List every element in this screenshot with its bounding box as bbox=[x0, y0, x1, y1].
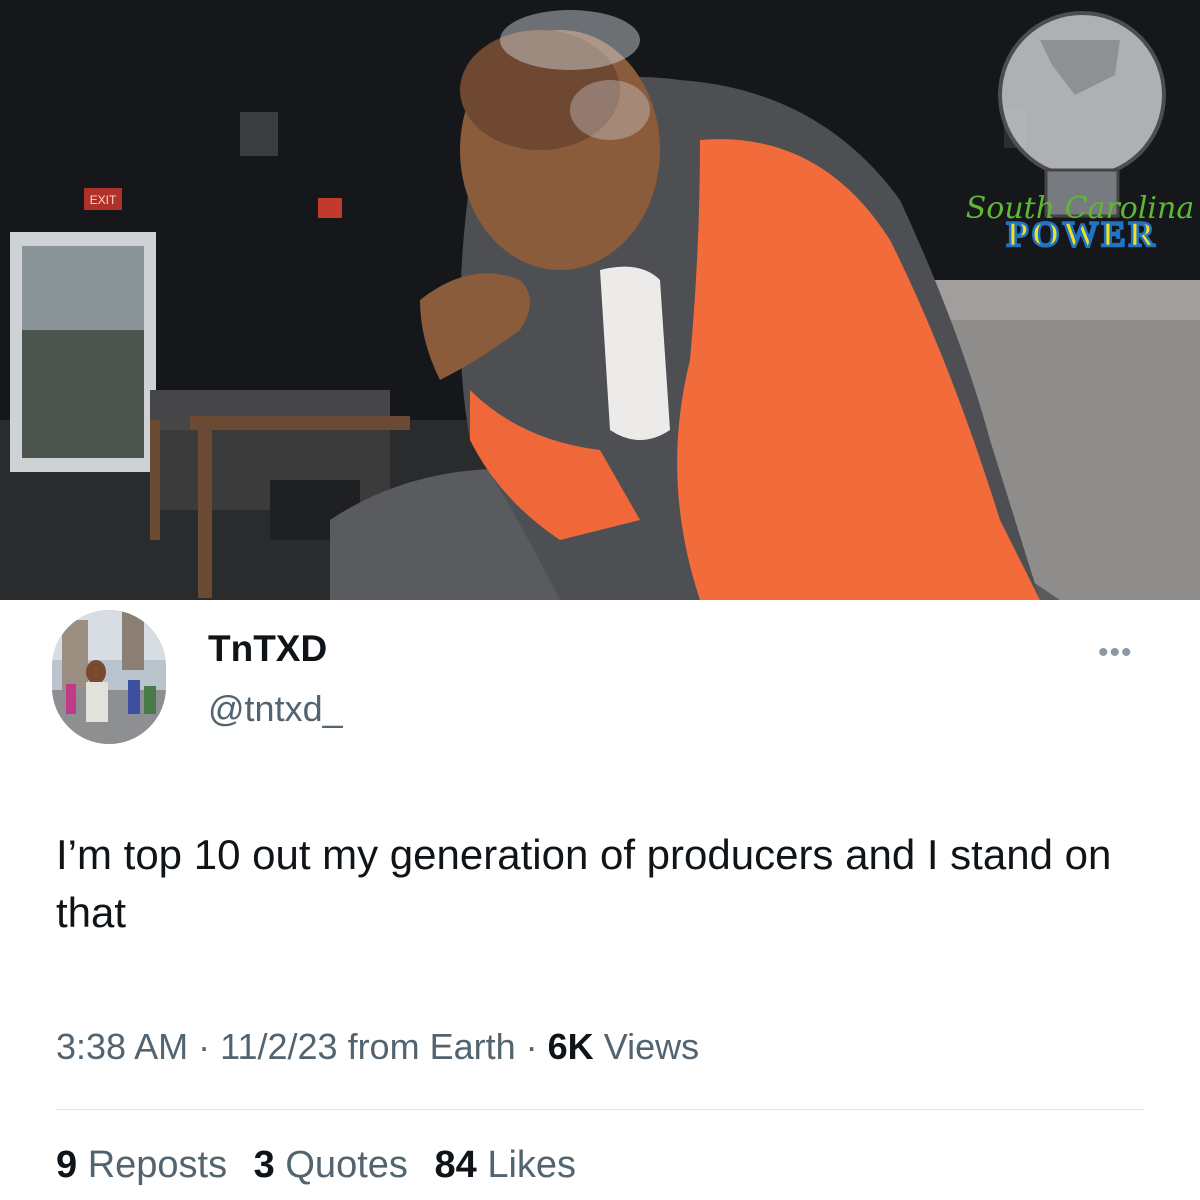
tweet-date-source[interactable]: 11/2/23 from Earth bbox=[220, 1026, 516, 1067]
likes-stat[interactable]: 84 Likes bbox=[434, 1144, 576, 1186]
separator: · bbox=[198, 1026, 211, 1067]
tweet-text: I’m top 10 out my generation of producer… bbox=[56, 831, 1112, 936]
views-label: Views bbox=[603, 1026, 700, 1067]
user-handle[interactable]: @tntxd_ bbox=[208, 688, 343, 730]
door bbox=[10, 232, 156, 472]
reposts-stat[interactable]: 9 Reposts bbox=[56, 1144, 238, 1186]
likes-label: Likes bbox=[487, 1144, 577, 1186]
quotes-label: Quotes bbox=[285, 1144, 408, 1186]
more-options-icon[interactable]: ••• bbox=[1098, 636, 1133, 670]
avatar-photo bbox=[52, 610, 166, 744]
reposts-count: 9 bbox=[56, 1144, 78, 1186]
avatar[interactable] bbox=[52, 610, 166, 744]
reposts-label: Reposts bbox=[87, 1144, 228, 1186]
tweet-metadata: 3:38 AM · 11/2/23 from Earth · 6K Views bbox=[56, 1026, 699, 1068]
tweet-photo: EXIT South Carolina POWER bbox=[0, 0, 1200, 600]
exit-sign: EXIT bbox=[84, 188, 122, 210]
views-count: 6K bbox=[547, 1026, 594, 1067]
exit-sign-text: EXIT bbox=[90, 193, 117, 207]
quotes-count: 3 bbox=[253, 1144, 275, 1186]
separator: · bbox=[525, 1026, 538, 1067]
divider bbox=[56, 1109, 1144, 1110]
likes-count: 84 bbox=[434, 1144, 477, 1186]
tweet-time[interactable]: 3:38 AM bbox=[56, 1026, 188, 1067]
photo-illustration: EXIT South Carolina POWER bbox=[0, 0, 1200, 600]
logo-power-text: POWER bbox=[1006, 214, 1157, 254]
display-name[interactable]: TnTXD bbox=[208, 628, 327, 670]
engagement-stats: 9 Reposts 3 Quotes 84 Likes bbox=[56, 1144, 592, 1187]
quotes-stat[interactable]: 3 Quotes bbox=[254, 1144, 419, 1186]
